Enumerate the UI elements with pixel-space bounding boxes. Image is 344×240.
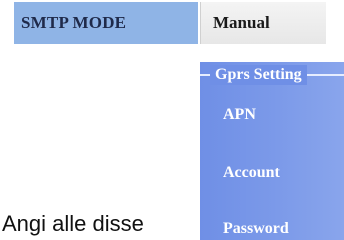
gprs-setting-panel: Gprs Setting APN Account Password: [200, 62, 344, 240]
account-label: Account: [223, 164, 280, 181]
password-label: Password: [223, 220, 289, 237]
smtp-mode-label: SMTP MODE: [14, 2, 198, 44]
caption-text: Angi alle disse: [2, 211, 144, 236]
smtp-mode-row: SMTP MODE Manual: [0, 0, 344, 48]
apn-label: APN: [223, 106, 256, 123]
gprs-setting-title: Gprs Setting: [210, 65, 307, 85]
smtp-mode-select[interactable]: Manual: [200, 2, 326, 44]
